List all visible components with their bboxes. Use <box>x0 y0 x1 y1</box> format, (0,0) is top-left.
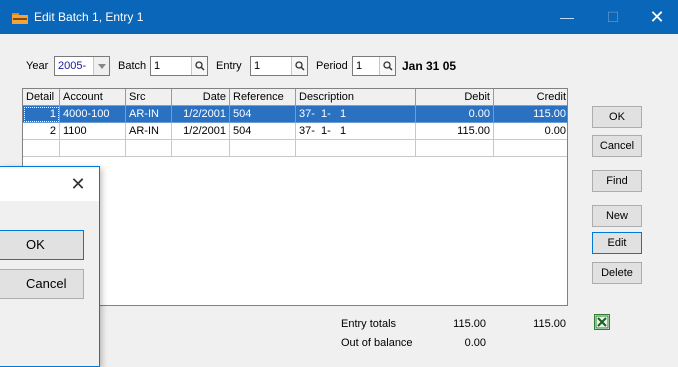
period-date: Jan 31 05 <box>402 59 457 73</box>
reference-cell[interactable]: 504 <box>230 106 296 123</box>
credit-cell[interactable]: 0.00 <box>494 123 567 140</box>
detail-cell[interactable] <box>23 140 60 157</box>
date-cell[interactable]: 1/2/2001 <box>172 123 230 140</box>
reference-cell[interactable] <box>230 140 296 157</box>
credit-cell[interactable] <box>494 140 567 157</box>
description-cell[interactable]: 37- 1- 1 <box>296 123 416 140</box>
src-cell[interactable] <box>126 140 172 157</box>
column-header-credit[interactable]: Credit <box>494 89 567 106</box>
entry-label: Entry <box>216 60 242 72</box>
spreadsheet-export-icon[interactable] <box>594 314 610 330</box>
entry-totals-label: Entry totals <box>341 318 397 330</box>
account-cell[interactable] <box>60 140 126 157</box>
date-cell[interactable]: 1/2/2001 <box>172 106 230 123</box>
search-icon[interactable] <box>379 57 395 75</box>
delete-button[interactable]: Delete <box>592 262 642 284</box>
window-bottom-edge <box>0 352 678 367</box>
entry-value: 1 <box>254 60 261 72</box>
period-label: Period <box>316 60 348 72</box>
column-header-detail[interactable]: Detail <box>23 89 60 106</box>
grid-empty-area[interactable] <box>23 157 567 305</box>
edit-button[interactable]: Edit <box>592 232 642 254</box>
entry-grid[interactable]: Detail Account Src Date Reference Descri… <box>22 88 568 306</box>
debit-cell[interactable]: 0.00 <box>416 106 494 123</box>
table-row[interactable]: 2 1100 AR-IN 1/2/2001 504 37- 1- 1 115.0… <box>23 123 567 140</box>
title-bar[interactable]: Edit Batch 1, Entry 1 — ☐ ✕ <box>0 0 678 34</box>
date-cell[interactable] <box>172 140 230 157</box>
debit-cell[interactable]: 115.00 <box>416 123 494 140</box>
batch-value: 1 <box>154 60 161 72</box>
debit-cell[interactable] <box>416 140 494 157</box>
minimize-button[interactable]: — <box>544 0 590 34</box>
detail-cell[interactable]: 2 <box>23 123 60 140</box>
find-button[interactable]: Find <box>592 170 642 192</box>
column-header-description[interactable]: Description <box>296 89 416 106</box>
entry-field[interactable]: 1 <box>250 56 308 76</box>
column-header-debit[interactable]: Debit <box>416 89 494 106</box>
batch-label: Batch <box>118 60 147 72</box>
description-cell[interactable]: 37- 1- 1 <box>296 106 416 123</box>
detail-cell[interactable]: 1 <box>23 106 60 123</box>
maximize-button[interactable]: ☐ <box>590 0 636 34</box>
out-of-balance-value: 0.00 <box>464 337 486 349</box>
close-button[interactable]: ✕ <box>634 0 678 34</box>
reference-cell[interactable]: 504 <box>230 123 296 140</box>
entry-totals-credit: 115.00 <box>533 318 566 330</box>
year-value: 2005- <box>58 60 87 72</box>
column-header-date[interactable]: Date <box>172 89 230 106</box>
grid-header: Detail Account Src Date Reference Descri… <box>23 89 567 106</box>
src-cell[interactable]: AR-IN <box>126 106 172 123</box>
window-title: Edit Batch 1, Entry 1 <box>34 10 144 24</box>
table-row[interactable]: 1 4000-100 AR-IN 1/2/2001 504 37- 1- 1 0… <box>23 106 567 123</box>
search-icon[interactable] <box>291 57 307 75</box>
year-select[interactable]: 2005- <box>54 56 110 76</box>
ok-button[interactable]: OK <box>592 106 642 128</box>
edit-batch-window: Edit Batch 1, Entry 1 — ☐ ✕ Year 2005- B… <box>0 0 678 367</box>
dialog-cancel-button[interactable]: Cancel <box>0 269 84 299</box>
column-header-account[interactable]: Account <box>60 89 126 106</box>
src-cell[interactable]: AR-IN <box>126 123 172 140</box>
dialog-close-button[interactable]: ✕ <box>62 171 94 197</box>
dialog-title-bar[interactable]: ✕ <box>0 167 99 201</box>
new-entry-row[interactable] <box>23 140 567 157</box>
overlapping-dialog: ✕ OK Cancel <box>0 166 100 367</box>
cancel-button[interactable]: Cancel <box>592 135 642 157</box>
description-cell[interactable] <box>296 140 416 157</box>
folder-icon <box>12 12 28 24</box>
credit-cell[interactable]: 115.00 <box>494 106 567 123</box>
chevron-down-icon[interactable] <box>93 57 109 75</box>
entry-totals-debit: 115.00 <box>453 318 486 330</box>
column-header-src[interactable]: Src <box>126 89 172 106</box>
search-icon[interactable] <box>191 57 207 75</box>
batch-field[interactable]: 1 <box>150 56 208 76</box>
period-field[interactable]: 1 <box>352 56 396 76</box>
column-header-reference[interactable]: Reference <box>230 89 296 106</box>
year-label: Year <box>26 60 49 72</box>
out-of-balance-label: Out of balance <box>341 337 413 349</box>
dialog-ok-button[interactable]: OK <box>0 230 84 260</box>
new-button[interactable]: New <box>592 205 642 227</box>
period-value: 1 <box>356 60 363 72</box>
account-cell[interactable]: 4000-100 <box>60 106 126 123</box>
account-cell[interactable]: 1100 <box>60 123 126 140</box>
